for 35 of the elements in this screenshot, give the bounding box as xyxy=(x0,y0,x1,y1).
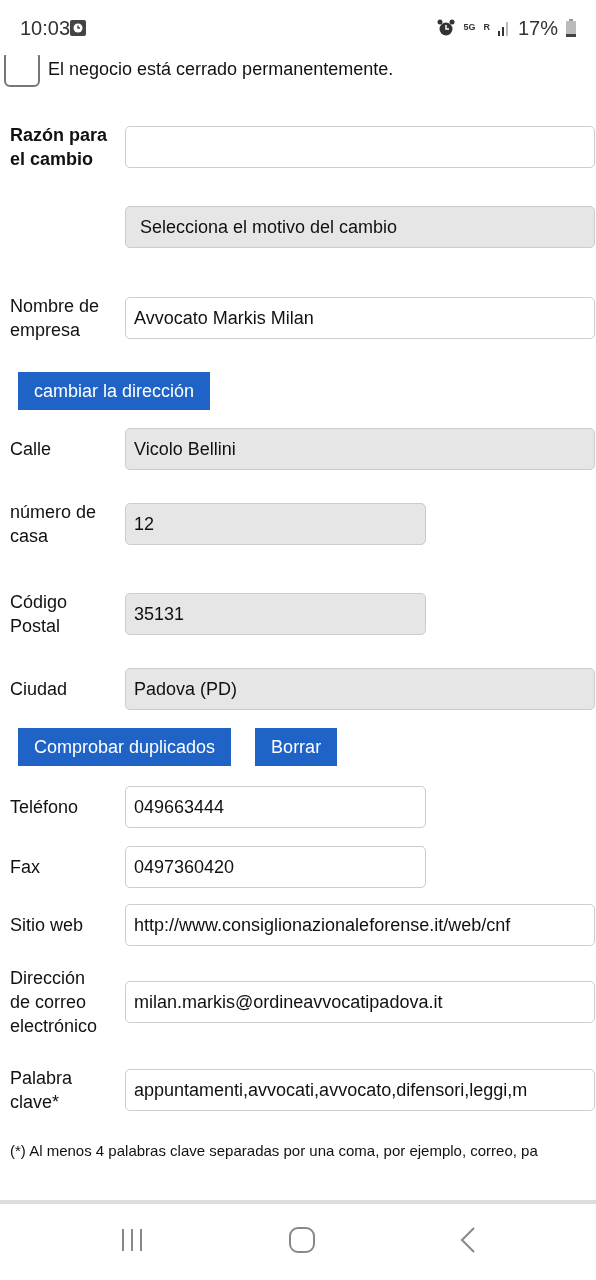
input-field[interactable]: Avvocato Markis Milan xyxy=(125,297,595,339)
home-icon[interactable] xyxy=(289,1226,315,1253)
action-button[interactable]: Comprobar duplicados xyxy=(18,728,232,766)
field-label: Fax xyxy=(9,856,41,879)
field-label: Código Postal xyxy=(9,591,69,638)
input-field[interactable] xyxy=(125,126,595,168)
input-field[interactable]: http://www.consiglionazionaleforense.it/web/cnf xyxy=(125,904,595,946)
clock-time: 10:03 xyxy=(20,15,71,41)
field-label: Calle xyxy=(9,438,53,461)
roaming-label: R xyxy=(483,23,490,32)
field-label: Dirección de correo electrónico xyxy=(9,967,99,1038)
input-field[interactable]: milan.markis@ordineavvocatipadova.it xyxy=(125,981,595,1023)
signal-icon xyxy=(497,19,510,36)
checkbox-label: El negocio está cerrado permanentemente. xyxy=(48,57,394,81)
field-label: Razón para el cambio xyxy=(9,124,109,171)
clock-icon xyxy=(70,19,87,36)
footnote-text: (*) Al menos 4 palabras clave separadas por una coma, por ejemplo, correo, pa xyxy=(9,1141,539,1161)
field-label: número de casa xyxy=(9,501,98,548)
battery-percent: 17% xyxy=(517,15,558,41)
checkbox[interactable] xyxy=(4,55,40,87)
action-button[interactable]: cambiar la dirección xyxy=(18,372,211,410)
back-icon[interactable] xyxy=(459,1226,476,1253)
recent-apps-icon[interactable] xyxy=(120,1227,145,1252)
action-button[interactable]: Borrar xyxy=(255,728,338,766)
input-field[interactable]: 049663444 xyxy=(125,786,426,828)
network-label: 5G xyxy=(463,23,476,32)
field-label: Ciudad xyxy=(9,678,69,701)
input-field[interactable]: 0497360420 xyxy=(125,846,426,888)
field-label: Palabra clave* xyxy=(9,1067,74,1114)
field-label: Teléfono xyxy=(9,796,80,819)
alarm-icon xyxy=(437,18,456,37)
field-label: Sitio web xyxy=(9,914,85,937)
battery-icon xyxy=(566,18,576,37)
input-field[interactable]: appuntamenti,avvocati,avvocato,difensori,leggi,m xyxy=(125,1069,595,1111)
field-label: Nombre de empresa xyxy=(9,295,101,342)
